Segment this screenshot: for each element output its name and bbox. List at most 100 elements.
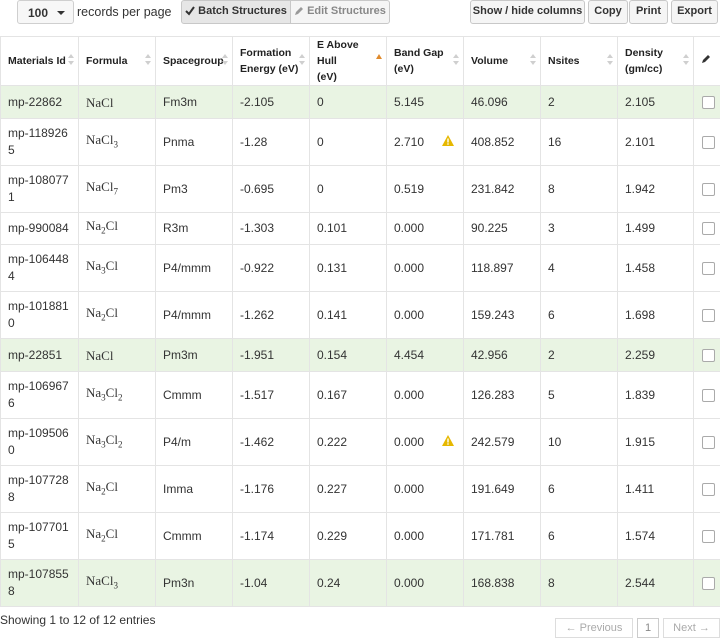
show-hide-columns-button[interactable]: Show / hide columns (470, 0, 585, 24)
export-button[interactable]: Export (671, 0, 718, 24)
table-toolbar: 100 records per page Batch Structures Ed… (0, 0, 720, 36)
table-row[interactable]: mp-1080771NaCl7Pm3-0.69500.519231.84281.… (1, 166, 720, 213)
header-materials-id[interactable]: Materials Id (1, 37, 79, 86)
sort-icon (299, 54, 305, 66)
cell-volume: 46.096 (464, 86, 541, 119)
cell-materials-id[interactable]: mp-1069676 (1, 372, 79, 419)
row-checkbox[interactable] (702, 96, 715, 109)
cell-density: 2.105 (618, 86, 694, 119)
formula-element: Na (86, 305, 101, 320)
row-checkbox[interactable] (702, 577, 715, 590)
cell-band-gap: 0.000 (387, 419, 464, 466)
header-nsites-label: Nsites (548, 55, 580, 67)
cell-band-gap: 0.000 (387, 292, 464, 339)
materials-id-text: mp-101881 (8, 299, 69, 313)
row-checkbox[interactable] (702, 222, 715, 235)
table-row[interactable]: mp-1189265NaCl3Pnma-1.2802.710408.852162… (1, 119, 720, 166)
row-checkbox[interactable] (702, 389, 715, 402)
header-spacegroup[interactable]: Spacegroup (156, 37, 233, 86)
cell-band-gap: 0.000 (387, 513, 464, 560)
sort-icon (683, 54, 689, 66)
cell-volume: 168.838 (464, 560, 541, 607)
cell-materials-id[interactable]: mp-1095060 (1, 419, 79, 466)
header-formation-label: Formation (240, 47, 291, 59)
cell-volume: 42.956 (464, 339, 541, 372)
table-row[interactable]: mp-22862NaClFm3m-2.10505.14546.09622.105 (1, 86, 720, 119)
row-checkbox[interactable] (702, 530, 715, 543)
header-e-above-hull[interactable]: E Above Hull(eV) (310, 37, 387, 86)
cell-materials-id[interactable]: mp-22862 (1, 86, 79, 119)
header-edit[interactable] (694, 37, 720, 86)
cell-materials-id[interactable]: mp-1064484 (1, 245, 79, 292)
cell-band-gap: 0.000 (387, 560, 464, 607)
header-formation-energy[interactable]: Formation Energy (eV) (233, 37, 310, 86)
header-volume[interactable]: Volume (464, 37, 541, 86)
cell-band-gap: 0.000 (387, 466, 464, 513)
formula-element: NaCl (86, 348, 113, 363)
table-row[interactable]: mp-1077015Na2ClCmmm-1.1740.2290.000171.7… (1, 513, 720, 560)
table-row[interactable]: mp-1018810Na2ClP4/mmm-1.2620.1410.000159… (1, 292, 720, 339)
materials-id-text: mp-22851 (8, 348, 62, 362)
band-gap-value: 0.000 (394, 529, 424, 543)
warning-icon[interactable] (442, 435, 454, 446)
copy-button[interactable]: Copy (588, 0, 628, 24)
row-checkbox[interactable] (702, 436, 715, 449)
cell-formation-energy: -1.303 (233, 213, 310, 245)
row-checkbox[interactable] (702, 183, 715, 196)
table-row[interactable]: mp-990084Na2ClR3m-1.3030.1010.00090.2253… (1, 213, 720, 245)
header-band-gap[interactable]: Band Gap(eV) (387, 37, 464, 86)
header-density[interactable]: Density(gm/cc) (618, 37, 694, 86)
header-formation-unit: Energy (eV) (240, 63, 298, 75)
row-checkbox[interactable] (702, 349, 715, 362)
cell-formation-energy: -0.695 (233, 166, 310, 213)
cell-e-above-hull: 0.227 (310, 466, 387, 513)
cell-materials-id[interactable]: mp-1080771 (1, 166, 79, 213)
page-length-select[interactable]: 100 (17, 0, 74, 24)
cell-spacegroup: P4/mmm (156, 245, 233, 292)
materials-id-text: mp-108077 (8, 173, 69, 187)
materials-id-text: mp-106967 (8, 379, 69, 393)
table-row[interactable]: mp-1077288Na2ClImma-1.1760.2270.000191.6… (1, 466, 720, 513)
cell-formula: NaCl7 (79, 166, 156, 213)
row-checkbox[interactable] (702, 136, 715, 149)
table-row[interactable]: mp-1095060Na3Cl2P4/m-1.4620.2220.000242.… (1, 419, 720, 466)
band-gap-value: 0.000 (394, 388, 424, 402)
chevron-down-icon (57, 11, 65, 15)
print-button[interactable]: Print (629, 0, 668, 24)
cell-materials-id[interactable]: mp-990084 (1, 213, 79, 245)
table-row[interactable]: mp-1078558NaCl3Pm3n-1.040.240.000168.838… (1, 560, 720, 607)
table-row[interactable]: mp-1064484Na3ClP4/mmm-0.9220.1310.000118… (1, 245, 720, 292)
table-row[interactable]: mp-1069676Na3Cl2Cmmm-1.5170.1670.000126.… (1, 372, 720, 419)
header-formula[interactable]: Formula (79, 37, 156, 86)
batch-structures-button[interactable]: Batch Structures (181, 0, 291, 24)
cell-density: 1.839 (618, 372, 694, 419)
band-gap-value: 4.454 (394, 348, 424, 362)
row-checkbox[interactable] (702, 309, 715, 322)
formula-subscript: 2 (118, 392, 123, 402)
cell-select (694, 513, 720, 560)
cell-nsites: 6 (541, 513, 618, 560)
header-ehull-label: E Above Hull (317, 39, 359, 67)
formula-element: Na (86, 258, 101, 273)
cell-materials-id[interactable]: mp-22851 (1, 339, 79, 372)
header-nsites[interactable]: Nsites (541, 37, 618, 86)
row-checkbox[interactable] (702, 483, 715, 496)
cell-materials-id[interactable]: mp-1189265 (1, 119, 79, 166)
cell-materials-id[interactable]: mp-1077015 (1, 513, 79, 560)
row-checkbox[interactable] (702, 262, 715, 275)
previous-page-button[interactable]: ← Previous (555, 618, 633, 638)
cell-materials-id[interactable]: mp-1078558 (1, 560, 79, 607)
cell-band-gap: 0.000 (387, 245, 464, 292)
table-row[interactable]: mp-22851NaClPm3m-1.9510.1544.45442.95622… (1, 339, 720, 372)
materials-id-wrap-text: 4 (8, 269, 15, 283)
next-page-button[interactable]: Next → (663, 618, 720, 638)
cell-nsites: 2 (541, 86, 618, 119)
edit-structures-button[interactable]: Edit Structures (290, 0, 390, 24)
cell-materials-id[interactable]: mp-1077288 (1, 466, 79, 513)
cell-formula: NaCl3 (79, 119, 156, 166)
warning-icon[interactable] (442, 135, 454, 146)
page-1-button[interactable]: 1 (637, 618, 659, 638)
materials-id-wrap-text: 8 (8, 584, 15, 598)
cell-select (694, 466, 720, 513)
cell-materials-id[interactable]: mp-1018810 (1, 292, 79, 339)
